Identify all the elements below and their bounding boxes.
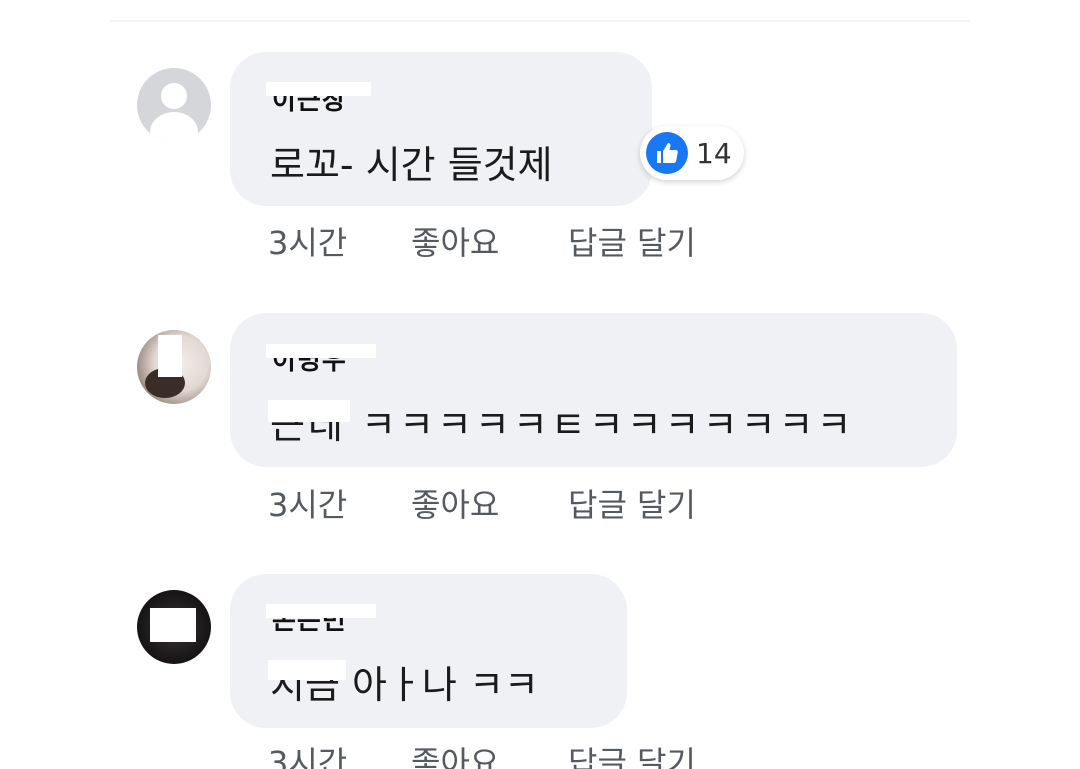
text-redaction xyxy=(268,660,346,680)
reaction-badge[interactable]: 14 xyxy=(640,126,744,180)
comment-text: 근데 ㅋㅋㅋㅋㅋㅌㅋㅋㅋㅋㅋㅋㅋ xyxy=(270,403,855,447)
author-redaction xyxy=(266,604,376,618)
author-redaction xyxy=(266,344,376,358)
like-button[interactable]: 좋아요 xyxy=(411,738,499,769)
avatar-redaction xyxy=(150,608,196,642)
text-redaction xyxy=(268,400,350,422)
reply-button[interactable]: 답글 달기 xyxy=(568,480,696,526)
divider xyxy=(110,20,970,22)
avatar[interactable] xyxy=(137,68,211,142)
reaction-count: 14 xyxy=(696,136,732,170)
default-avatar-head xyxy=(161,83,187,109)
like-button[interactable]: 좋아요 xyxy=(411,480,499,526)
comment-time[interactable]: 3시간 xyxy=(268,738,347,769)
reply-button[interactable]: 답글 달기 xyxy=(568,218,696,264)
comment-time[interactable]: 3시간 xyxy=(268,480,347,526)
reply-button[interactable]: 답글 달기 xyxy=(568,738,696,769)
author-redaction xyxy=(266,82,371,96)
avatar-redaction xyxy=(158,335,182,377)
like-icon xyxy=(646,132,688,174)
like-button[interactable]: 좋아요 xyxy=(411,218,499,264)
comments-page: 이근창 로꼬- 시간 들것제 14 3시간 좋아요 답글 달기 이병우 근데 ㅋ… xyxy=(0,0,1080,769)
comment-time[interactable]: 3시간 xyxy=(268,218,347,264)
comment-text: 로꼬- 시간 들것제 xyxy=(270,143,553,187)
default-avatar-body xyxy=(150,112,198,142)
